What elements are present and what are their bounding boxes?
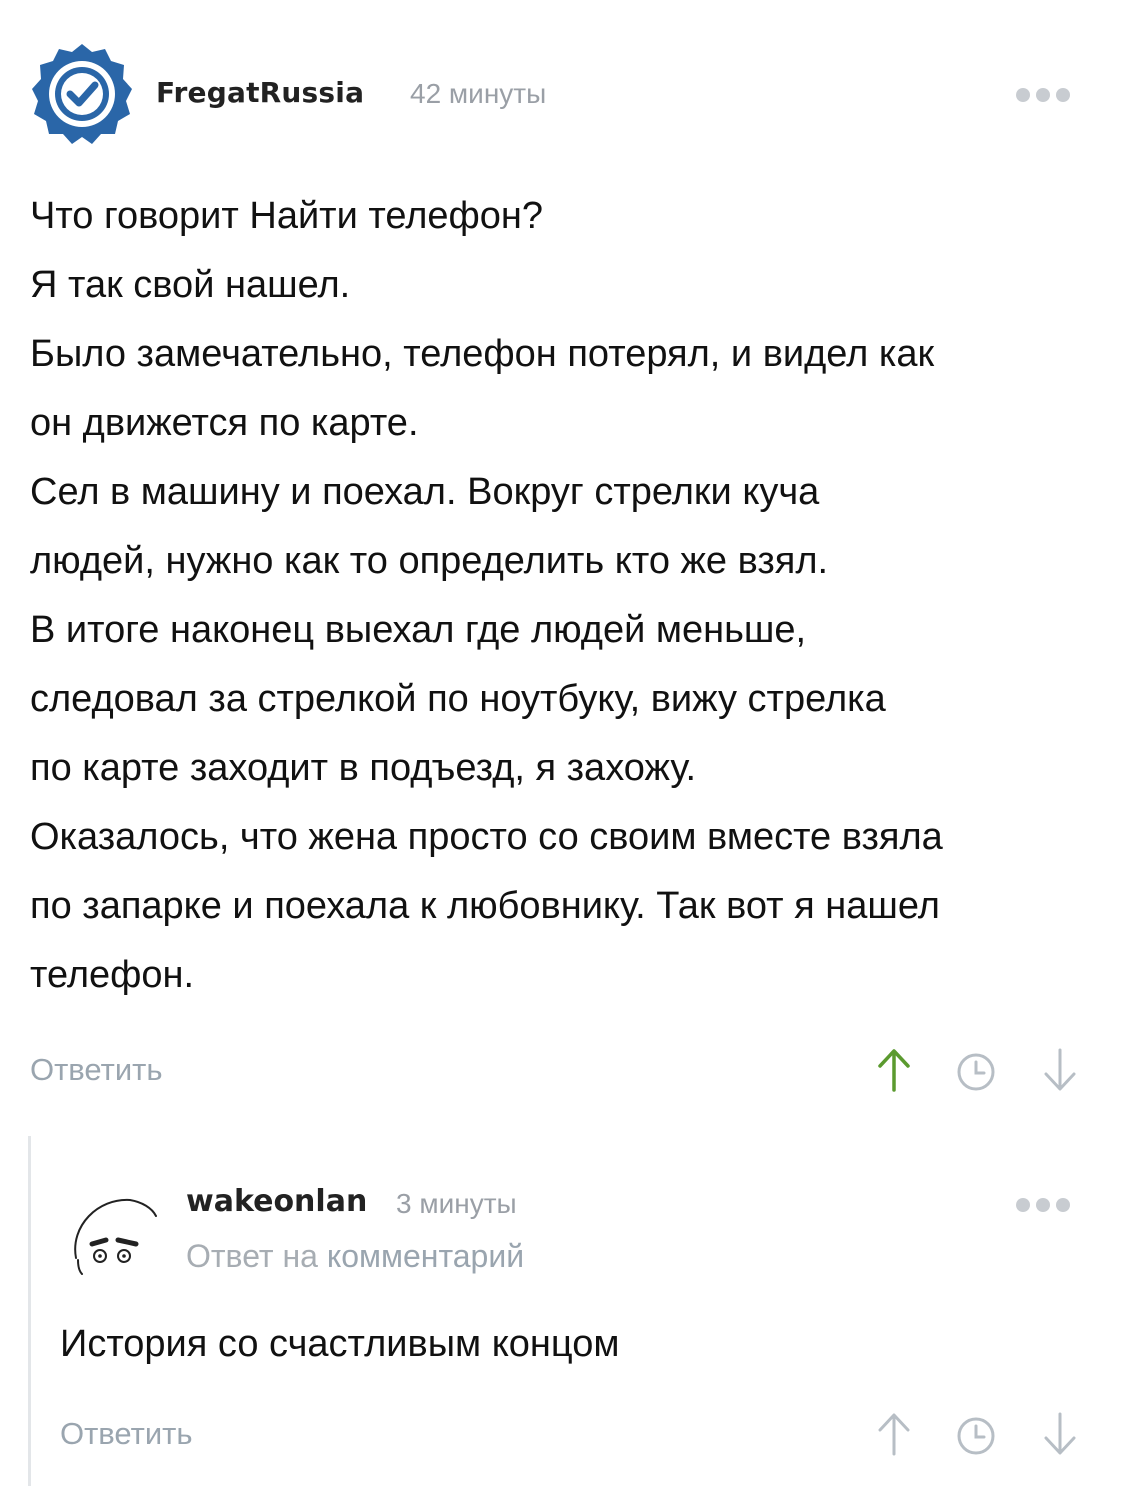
comment-timestamp: 42 минуты: [410, 78, 547, 109]
dot: [1056, 88, 1070, 102]
dot: [1036, 1198, 1050, 1212]
more-options-icon[interactable]: [1016, 1198, 1070, 1212]
comment-line: В итоге наконец выехал где людей меньше,: [30, 609, 807, 651]
reply-to-link[interactable]: комментарий: [327, 1238, 524, 1274]
comment-author[interactable]: wakeonlan: [186, 1184, 367, 1219]
comment-line: следовал за стрелкой по ноутбуку, вижу с…: [30, 678, 886, 720]
reply-button[interactable]: Ответить: [30, 1052, 163, 1088]
more-options-icon[interactable]: [1016, 88, 1070, 102]
clock-icon[interactable]: [954, 1410, 998, 1458]
comment-line: Сел в машину и поехал. Вокруг стрелки ку…: [30, 471, 820, 513]
comment-author[interactable]: FregatRussia: [156, 76, 364, 109]
verified-check-badge-icon[interactable]: [30, 42, 134, 146]
comment-timestamp: 3 минуты: [396, 1188, 517, 1219]
comment-body: Что говорит Найти телефон? Я так свой на…: [30, 182, 1100, 1010]
reply-to-prefix: Ответ на: [186, 1238, 318, 1274]
comment-line: телефон.: [30, 954, 195, 996]
downvote-arrow-icon[interactable]: [1038, 1410, 1082, 1458]
sketch-face-avatar[interactable]: [58, 1186, 162, 1290]
comment-line: по карте заходит в подъезд, я захожу.: [30, 747, 697, 789]
reply-button[interactable]: Ответить: [60, 1416, 193, 1452]
comment-body: История со счастливым концом: [60, 1323, 620, 1365]
comment-line: Что говорит Найти телефон?: [30, 195, 544, 237]
comment-line: Я так свой нашел.: [30, 264, 351, 306]
dot: [1016, 1198, 1030, 1212]
thread-line: [28, 1136, 31, 1486]
comment-line: людей, нужно как то определить кто же вз…: [30, 540, 829, 582]
comment-line: Было замечательно, телефон потерял, и ви…: [30, 333, 935, 375]
clock-icon[interactable]: [954, 1046, 998, 1094]
dot: [1056, 1198, 1070, 1212]
dot: [1036, 88, 1050, 102]
comment-line: он движется по карте.: [30, 402, 419, 444]
comment-line: по запарке и поехала к любовнику. Так во…: [30, 885, 940, 927]
comment-line: Оказалось, что жена просто со своим вмес…: [30, 816, 943, 858]
dot: [1016, 88, 1030, 102]
upvote-arrow-icon[interactable]: [872, 1046, 916, 1094]
reply-to-line: Ответ на комментарий: [186, 1238, 524, 1275]
upvote-arrow-icon[interactable]: [872, 1410, 916, 1458]
downvote-arrow-icon[interactable]: [1038, 1046, 1082, 1094]
comment: FregatRussia 42 минуты Что говорит Найти…: [0, 0, 1121, 1120]
